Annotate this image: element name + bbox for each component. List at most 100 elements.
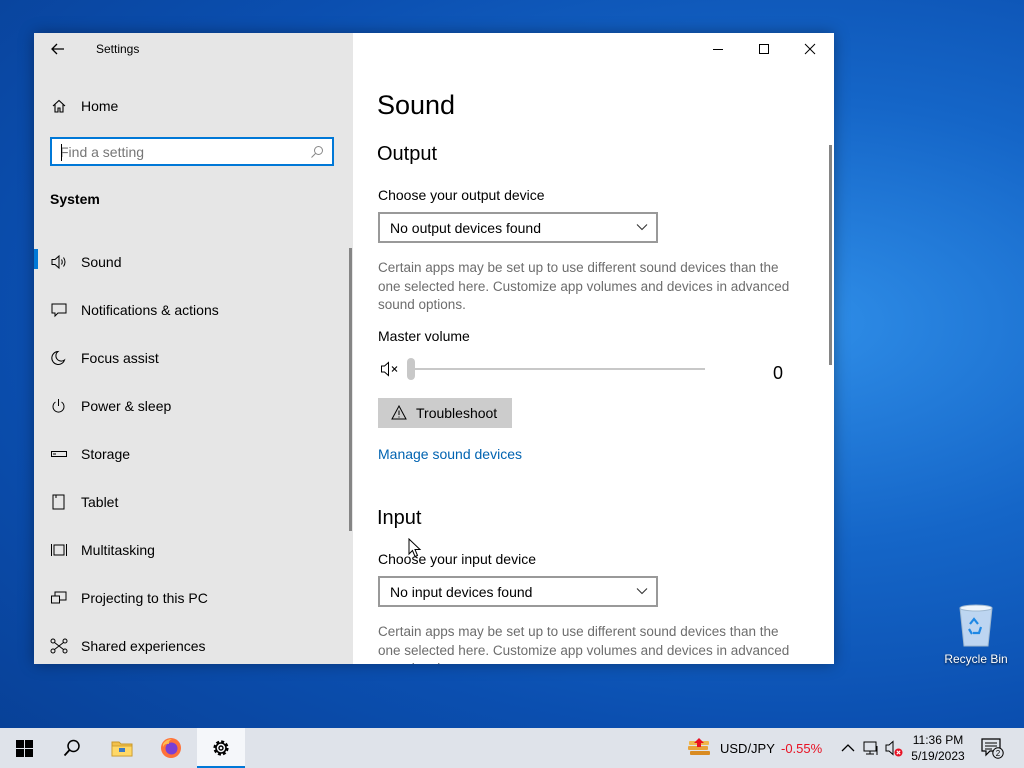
notification-count: 2 <box>996 749 1001 758</box>
gear-icon <box>213 740 229 756</box>
notification-icon: 2 <box>981 738 1004 759</box>
ticker-name[interactable]: USD/JPY <box>720 741 775 756</box>
output-description: Certain apps may be set up to use differ… <box>378 260 790 312</box>
maximize-icon <box>759 44 769 54</box>
troubleshoot-button[interactable]: Troubleshoot <box>378 398 512 428</box>
chevron-up-icon[interactable] <box>838 738 858 758</box>
search-icon <box>63 739 80 757</box>
sidebar-item-label: Focus assist <box>81 350 159 366</box>
projecting-icon <box>51 591 67 604</box>
home-icon <box>52 99 66 113</box>
currency-ticker-icon[interactable] <box>686 736 712 760</box>
mouse-cursor-icon <box>408 538 422 558</box>
clock-time: 11:36 PM <box>912 733 964 747</box>
warning-icon <box>391 405 407 420</box>
sidebar-item-shared-experiences[interactable]: Shared experiences <box>34 626 353 664</box>
volume-slider-thumb[interactable] <box>407 358 415 380</box>
settings-window: Settings Home System Sound <box>34 33 834 664</box>
active-indicator <box>34 249 38 269</box>
sidebar-item-label: Power & sleep <box>81 398 172 414</box>
minimize-button[interactable] <box>695 33 741 65</box>
title-bar: Settings <box>34 33 353 65</box>
volume-value: 0 <box>773 363 784 383</box>
troubleshoot-label: Troubleshoot <box>416 405 498 421</box>
content-scrollbar[interactable] <box>829 145 832 365</box>
firefox-icon <box>161 738 181 758</box>
input-device-dropdown[interactable]: No input devices found <box>378 576 658 607</box>
sidebar-item-label: Multitasking <box>81 542 155 558</box>
chevron-down-icon <box>636 224 648 231</box>
storage-icon <box>51 451 67 457</box>
sidebar-item-power-sleep[interactable]: Power & sleep <box>34 386 353 426</box>
notification-icon <box>51 303 67 318</box>
action-center-button[interactable]: 2 <box>980 737 1004 759</box>
ticker-change[interactable]: -0.55% <box>781 741 822 756</box>
app-title: Settings <box>96 42 140 56</box>
sidebar-item-label: Notifications & actions <box>81 302 219 318</box>
text-caret <box>61 144 62 161</box>
input-description: Certain apps may be set up to use differ… <box>378 624 790 664</box>
close-button[interactable] <box>787 33 833 65</box>
home-nav[interactable]: Home <box>34 91 353 121</box>
back-arrow-icon <box>51 43 64 55</box>
sidebar-item-storage[interactable]: Storage <box>34 434 353 474</box>
master-volume-label: Master volume <box>378 328 470 344</box>
system-clock[interactable]: 11:36 PM 5/19/2023 <box>906 732 970 764</box>
input-device-label: Choose your input device <box>378 551 536 567</box>
sidebar-scrollbar[interactable] <box>349 248 352 531</box>
multitasking-icon <box>51 544 67 556</box>
speaker-muted-icon[interactable] <box>380 360 402 378</box>
chevron-down-icon <box>636 588 648 595</box>
output-device-value: No output devices found <box>390 220 541 236</box>
sidebar-item-tablet[interactable]: Tablet <box>34 482 353 522</box>
sidebar-item-label: Tablet <box>81 494 119 510</box>
start-button[interactable] <box>0 728 48 768</box>
network-icon[interactable] <box>861 738 881 758</box>
recycle-bin-desktop-icon[interactable]: Recycle Bin <box>940 600 1012 672</box>
recycle-bin-icon <box>959 604 993 647</box>
close-icon <box>804 43 816 55</box>
settings-taskbar-button[interactable] <box>197 728 245 768</box>
sidebar-item-label: Shared experiences <box>81 638 206 654</box>
search-icon <box>311 146 323 158</box>
folder-icon <box>111 741 133 757</box>
search-input[interactable] <box>60 143 300 161</box>
sidebar-item-label: Projecting to this PC <box>81 590 208 606</box>
sidebar-item-projecting[interactable]: Projecting to this PC <box>34 578 353 618</box>
output-device-label: Choose your output device <box>378 187 545 203</box>
volume-slider-track[interactable] <box>411 368 705 370</box>
group-label: System <box>50 191 100 207</box>
back-button[interactable] <box>46 39 70 59</box>
sidebar-item-notifications[interactable]: Notifications & actions <box>34 290 353 330</box>
power-icon <box>52 399 65 413</box>
search-button[interactable] <box>48 728 96 768</box>
output-device-dropdown[interactable]: No output devices found <box>378 212 658 243</box>
sidebar-item-label: Sound <box>81 254 122 270</box>
taskbar: USD/JPY -0.55% 11:36 PM 5/19/2023 2 <box>0 728 1024 768</box>
file-explorer-button[interactable] <box>98 728 146 768</box>
input-device-value: No input devices found <box>390 584 533 600</box>
clock-date: 5/19/2023 <box>911 749 965 763</box>
minimize-icon <box>713 49 723 50</box>
sidebar-item-label: Storage <box>81 446 131 462</box>
sidebar-item-sound[interactable]: Sound <box>34 242 353 282</box>
page-title: Sound <box>377 90 456 120</box>
recycle-bin-label: Recycle Bin <box>944 652 1008 666</box>
manage-sound-devices-link[interactable]: Manage sound devices <box>378 446 522 462</box>
search-box[interactable] <box>50 137 334 166</box>
volume-muted-icon[interactable] <box>884 738 904 758</box>
content-pane: Sound Output Choose your output device N… <box>353 33 834 664</box>
input-section-title: Input <box>377 507 422 529</box>
speaker-icon <box>51 254 66 270</box>
sidebar-item-multitasking[interactable]: Multitasking <box>34 530 353 570</box>
output-section-title: Output <box>377 143 438 165</box>
tablet-icon <box>52 494 65 510</box>
shared-icon <box>50 638 68 654</box>
firefox-button[interactable] <box>147 728 195 768</box>
maximize-button[interactable] <box>741 33 787 65</box>
sidebar: Settings Home System Sound <box>34 33 353 664</box>
windows-logo-icon <box>15 739 33 757</box>
home-label: Home <box>81 98 119 114</box>
moon-icon <box>51 350 66 365</box>
sidebar-item-focus-assist[interactable]: Focus assist <box>34 338 353 378</box>
